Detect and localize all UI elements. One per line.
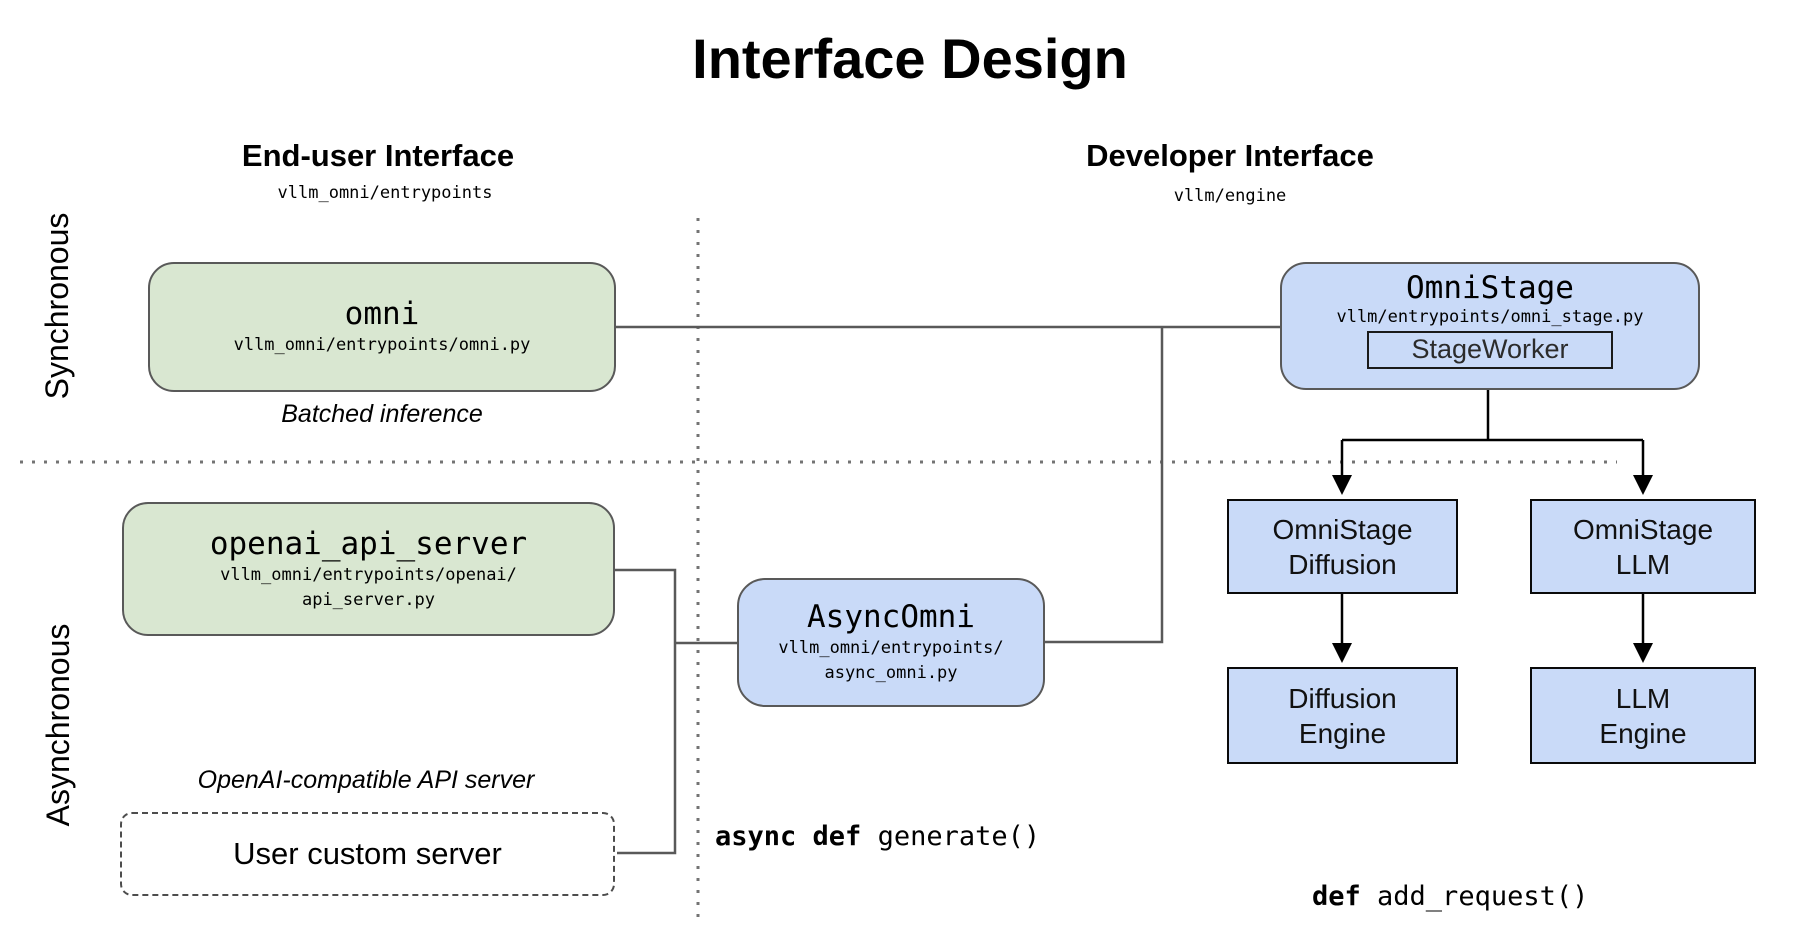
column-path-developer: vllm/engine [980, 186, 1480, 206]
connector-openai-to-usercustom [614, 570, 675, 853]
omni-stage-path: vllm/entrypoints/omni_stage.py [1336, 307, 1643, 327]
node-diffusion-engine: Diffusion Engine [1227, 667, 1458, 764]
openai-title: openai_api_server [210, 526, 527, 563]
code-line: def add_request() [1312, 877, 1621, 916]
node-omni-stage: OmniStage vllm/entrypoints/omni_stage.py… [1280, 262, 1700, 390]
node-omni: omni vllm_omni/entrypoints/omni.py [148, 262, 616, 392]
column-header-developer: Developer Interface [980, 138, 1480, 174]
code-rest: add_request() [1361, 881, 1589, 912]
omnistage-diffusion-line1: OmniStage [1272, 512, 1412, 547]
openai-path-line1: vllm_omni/entrypoints/openai/ [220, 563, 517, 588]
node-openai-api-server: openai_api_server vllm_omni/entrypoints/… [122, 502, 615, 636]
code-line: async def generate() [715, 817, 1105, 856]
code-keyword: async def [715, 821, 861, 852]
row-label-asynchronous: Asynchronous [38, 595, 78, 855]
omni-title: omni [345, 296, 420, 333]
user-custom-server-label: User custom server [233, 836, 502, 872]
page-title: Interface Design [0, 26, 1820, 91]
async-omni-path-line2: async_omni.py [824, 661, 957, 686]
async-omni-path-line1: vllm_omni/entrypoints/ [778, 636, 1003, 661]
async-code-block: async def generate() async def abort() +… [715, 739, 1105, 926]
diffusion-engine-line2: Engine [1299, 716, 1386, 751]
caption-batched-inference: Batched inference [148, 400, 616, 429]
async-omni-title: AsyncOmni [807, 599, 975, 636]
caption-openai-compatible: OpenAI-compatible API server [116, 766, 616, 795]
column-path-end-user: vllm_omni/entrypoints [135, 183, 635, 203]
node-llm-engine: LLM Engine [1530, 667, 1756, 764]
omni-stage-title: OmniStage [1406, 270, 1574, 307]
code-rest: generate() [861, 821, 1040, 852]
diagram-canvas: Interface Design End-user Interface vllm… [0, 0, 1820, 926]
code-keyword: def [1312, 881, 1361, 912]
omni-path: vllm_omni/entrypoints/omni.py [234, 333, 531, 358]
openai-path-line2: api_server.py [302, 588, 435, 613]
def-code-block: def add_request() def abort_request() de… [1312, 799, 1621, 926]
omnistage-diffusion-line2: Diffusion [1288, 547, 1396, 582]
connector-asyncomni-to-omnistage-line [1045, 328, 1162, 642]
diffusion-engine-line1: Diffusion [1288, 681, 1396, 716]
omnistage-llm-line2: LLM [1616, 547, 1670, 582]
llm-engine-line2: Engine [1599, 716, 1686, 751]
node-async-omni: AsyncOmni vllm_omni/entrypoints/ async_o… [737, 578, 1045, 707]
node-omnistage-llm: OmniStage LLM [1530, 499, 1756, 594]
node-omnistage-diffusion: OmniStage Diffusion [1227, 499, 1458, 594]
stage-worker-label: StageWorker [1411, 334, 1568, 365]
node-stage-worker: StageWorker [1367, 331, 1613, 369]
node-user-custom-server: User custom server [120, 812, 615, 896]
column-header-end-user: End-user Interface [128, 138, 628, 174]
omnistage-llm-line1: OmniStage [1573, 512, 1713, 547]
row-label-synchronous: Synchronous [37, 184, 77, 428]
llm-engine-line1: LLM [1616, 681, 1670, 716]
